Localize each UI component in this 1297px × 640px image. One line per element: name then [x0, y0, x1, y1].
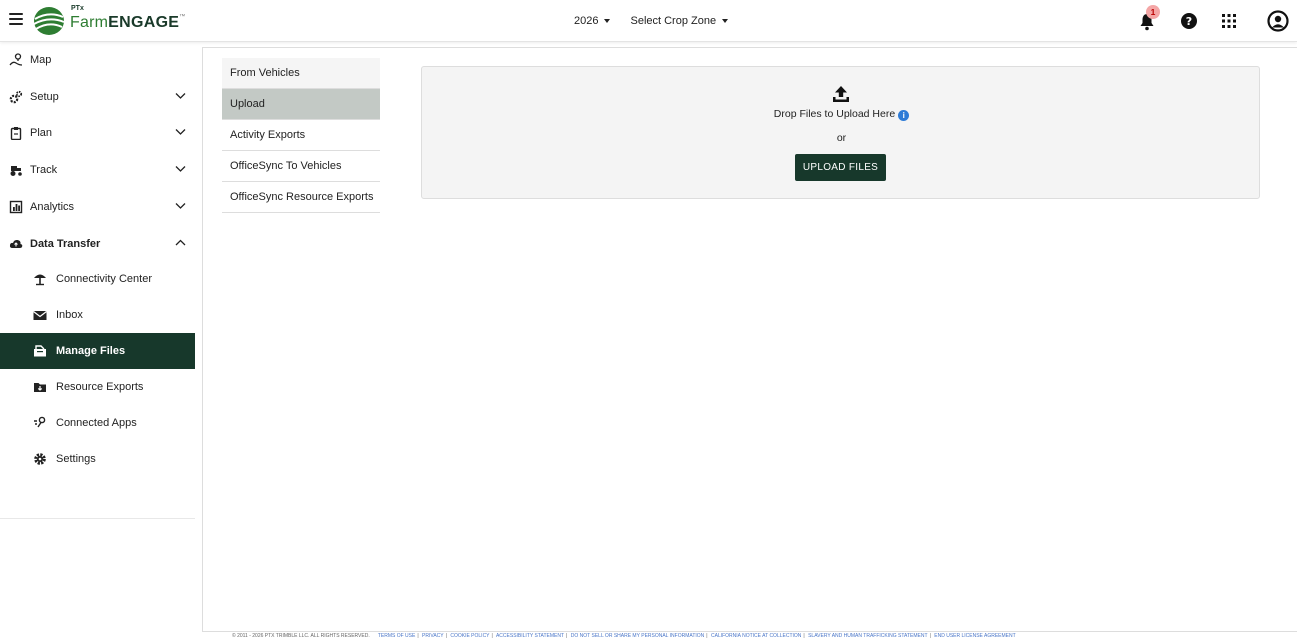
footer-link-terms[interactable]: TERMS OF USE: [378, 633, 416, 639]
footer-link-cookie-policy[interactable]: COOKIE POLICY: [450, 633, 489, 639]
folder-open-icon: [34, 345, 46, 357]
envelope-icon: [33, 311, 47, 320]
sidebar-item-label: Connected Apps: [56, 417, 137, 429]
logo-trademark: ™: [179, 14, 186, 20]
connection-icon: [34, 416, 46, 428]
sidebar-item-label: Manage Files: [56, 345, 126, 357]
sidebar-divider: [0, 518, 195, 519]
chart-icon: [9, 200, 23, 214]
file-tabs: From Vehicles Upload Activity Exports Of…: [222, 58, 380, 213]
tab-officesync-resource-exports[interactable]: OfficeSync Resource Exports: [222, 182, 380, 213]
tab-from-vehicles[interactable]: From Vehicles: [222, 58, 380, 89]
help-button[interactable]: ?: [1179, 11, 1199, 31]
crop-zone-dropdown[interactable]: Select Crop Zone: [630, 15, 729, 27]
sidebar-item-label: Analytics: [30, 201, 75, 213]
user-profile-button[interactable]: [1267, 10, 1289, 32]
chevron-down-icon[interactable]: [175, 202, 186, 210]
sidebar-item-label: Map: [30, 54, 52, 66]
upload-icon: [833, 86, 849, 102]
sidebar-item-label: Track: [30, 164, 58, 176]
sidebar-item-settings[interactable]: Settings: [0, 441, 195, 477]
logo-mark-icon: [33, 7, 65, 35]
main-content: From Vehicles Upload Activity Exports Of…: [202, 47, 1297, 632]
top-bar: PTx FarmENGAGE™ 2026 Select Crop Zone 1 …: [0, 0, 1297, 42]
footer-link-accessibility[interactable]: ACCESSIBILITY STATEMENT: [496, 633, 564, 639]
year-label: 2026: [574, 15, 599, 27]
cloud-icon: [9, 239, 23, 248]
file-dropzone[interactable]: Drop Files to Upload Here i or UPLOAD FIL…: [421, 66, 1260, 199]
sidebar-item-connectivity-center[interactable]: Connectivity Center: [0, 261, 195, 297]
gear-icon: [34, 453, 46, 465]
grid-apps-icon: [1222, 14, 1236, 28]
caret-down-icon: [604, 19, 611, 23]
footer-link-do-not-sell[interactable]: DO NOT SELL OR SHARE MY PERSONAL INFORMA…: [571, 633, 705, 639]
sidebar-item-label: Data Transfer: [30, 238, 101, 250]
sidebar-item-track[interactable]: Track: [0, 152, 195, 188]
crop-zone-label: Select Crop Zone: [630, 15, 717, 27]
drop-instructions: Drop Files to Upload Here i: [422, 108, 1261, 121]
sidebar-item-data-transfer[interactable]: Data Transfer: [0, 226, 195, 262]
sidebar-item-inbox[interactable]: Inbox: [0, 297, 195, 333]
sidebar-item-label: Connectivity Center: [56, 273, 152, 285]
sidebar-item-setup[interactable]: Setup: [0, 79, 195, 115]
chevron-down-icon[interactable]: [175, 92, 186, 100]
logo-engage: ENGAGE: [108, 14, 180, 31]
map-pin-icon: [9, 53, 23, 66]
tab-activity-exports[interactable]: Activity Exports: [222, 120, 380, 151]
chevron-down-icon[interactable]: [175, 128, 186, 136]
footer-link-privacy[interactable]: PRIVACY: [422, 633, 444, 639]
chevron-down-icon[interactable]: [175, 165, 186, 173]
clipboard-icon: [10, 127, 22, 140]
user-avatar-icon: [1267, 10, 1289, 32]
footer-link-eula[interactable]: END USER LICENSE AGREEMENT: [934, 633, 1015, 639]
or-separator: or: [836, 132, 847, 144]
farmengage-logo[interactable]: PTx FarmENGAGE™: [32, 4, 185, 38]
caret-down-icon: [722, 19, 729, 23]
hamburger-menu-icon[interactable]: [9, 13, 23, 25]
sidebar-item-analytics[interactable]: Analytics: [0, 189, 195, 225]
footer-link-slavery-statement[interactable]: SLAVERY AND HUMAN TRAFFICKING STATEMENT: [808, 633, 927, 639]
sidebar-item-label: Settings: [56, 453, 96, 465]
tab-officesync-to-vehicles[interactable]: OfficeSync To Vehicles: [222, 151, 380, 182]
sidebar: Map Setup Plan Track Analytics Data Tran…: [0, 42, 195, 640]
sidebar-item-label: Setup: [30, 91, 59, 103]
footer: © 2011 - 2026 PTX TRIMBLE LLC. ALL RIGHT…: [232, 633, 1016, 639]
drop-text: Drop Files to Upload Here: [773, 108, 896, 120]
sidebar-item-label: Inbox: [56, 309, 83, 321]
folder-download-icon: [34, 383, 46, 392]
upload-files-button[interactable]: UPLOAD FILES: [795, 154, 886, 181]
header-center-nav: 2026 Select Crop Zone: [574, 0, 748, 42]
svg-text:?: ?: [1186, 15, 1192, 28]
info-icon[interactable]: i: [898, 110, 910, 121]
sidebar-item-manage-files[interactable]: Manage Files: [0, 333, 195, 369]
sidebar-item-resource-exports[interactable]: Resource Exports: [0, 369, 195, 405]
sidebar-item-label: Plan: [30, 127, 53, 139]
sidebar-item-plan[interactable]: Plan: [0, 115, 195, 151]
tower-icon: [34, 274, 46, 286]
app-launcher-button[interactable]: [1219, 11, 1239, 31]
footer-link-california-notice[interactable]: CALIFORNIA NOTICE AT COLLECTION: [711, 633, 801, 639]
sidebar-item-label: Resource Exports: [56, 381, 144, 393]
logo-wordmark: PTx FarmENGAGE™: [70, 5, 186, 32]
logo-ptx: PTx: [71, 5, 84, 12]
notifications-button[interactable]: 1: [1137, 5, 1160, 31]
year-dropdown[interactable]: 2026: [574, 15, 611, 27]
sidebar-item-map[interactable]: Map: [0, 42, 195, 78]
tractor-icon: [10, 166, 22, 176]
notification-badge: 1: [1146, 5, 1160, 19]
logo-farm: Farm: [70, 14, 109, 31]
tab-upload[interactable]: Upload: [222, 89, 380, 120]
gears-icon: [9, 90, 23, 104]
question-circle-icon: ?: [1181, 13, 1197, 29]
sidebar-item-connected-apps[interactable]: Connected Apps: [0, 405, 195, 441]
copyright-text: © 2011 - 2026 PTX TRIMBLE LLC. ALL RIGHT…: [232, 633, 370, 639]
chevron-up-icon[interactable]: [175, 239, 186, 247]
